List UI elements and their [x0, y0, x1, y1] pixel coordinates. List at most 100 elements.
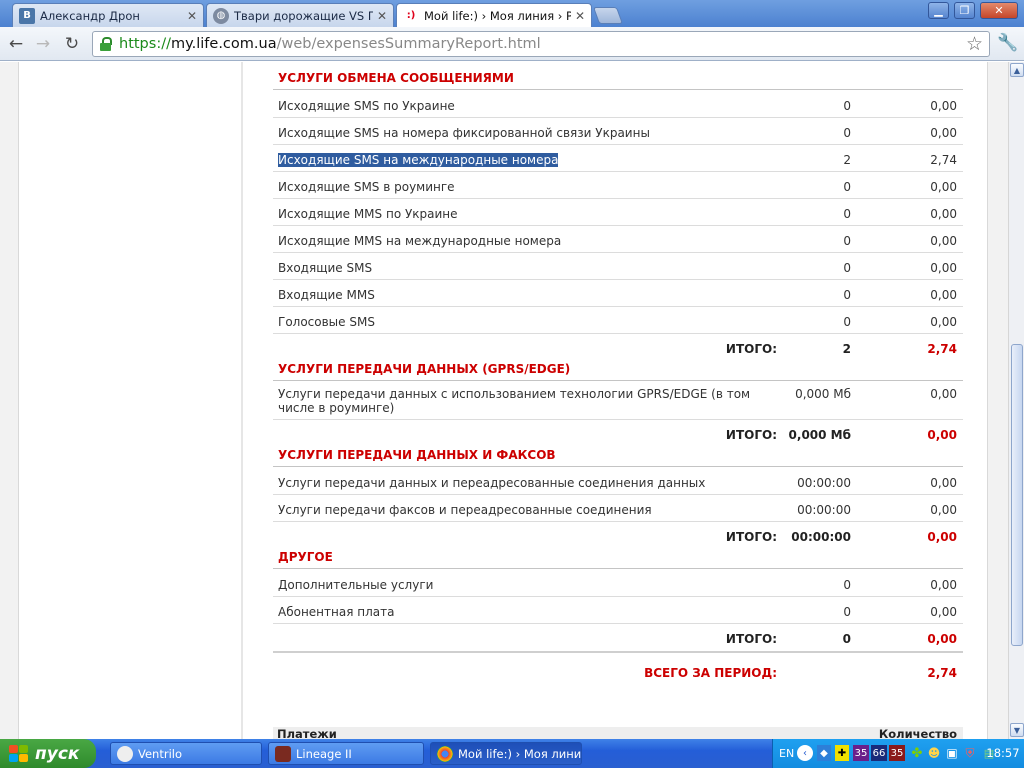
scroll-up-arrow-icon[interactable]: ▲: [1010, 63, 1024, 77]
clover-icon[interactable]: ✤: [909, 745, 925, 761]
row-cost: 0,00: [930, 503, 957, 517]
total-qty: 0: [842, 632, 851, 646]
tray-expand-icon[interactable]: ‹: [797, 745, 813, 761]
tray-counter[interactable]: 35: [853, 745, 869, 761]
taskbar-item-ventrilo[interactable]: Ventrilo: [110, 742, 262, 765]
start-button[interactable]: пуск: [0, 739, 96, 768]
close-icon[interactable]: ✕: [377, 9, 387, 23]
total-label: ИТОГО:: [725, 428, 777, 442]
restore-button[interactable]: ❐: [954, 2, 975, 19]
new-tab-button[interactable]: [592, 7, 624, 24]
language-indicator[interactable]: EN: [779, 745, 794, 761]
page-viewport: УСЛУГИ ОБМЕНА СООБЩЕНИЯМИ Исходящие SMS п…: [0, 62, 1008, 739]
taskbar-item-label: Мой life:) › Моя лини...: [458, 746, 582, 761]
taskbar-item-label: Lineage II: [296, 746, 352, 761]
taskbar: пуск Ventrilo Lineage II Мой life:) › Мо…: [0, 739, 1024, 768]
row-cost: 0,00: [930, 126, 957, 140]
tab-aleksandr-dron[interactable]: B Александр Дрон ✕: [12, 3, 204, 27]
divider: [273, 89, 963, 90]
table-row: Входящие MMS 0 0,00: [273, 280, 963, 307]
row-name: Исходящие MMS на международные номера: [278, 234, 562, 248]
divider: [273, 380, 963, 381]
row-name: Исходящие MMS по Украине: [278, 207, 458, 221]
row-name: Исходящие SMS по Украине: [278, 99, 455, 113]
tab-tvari[interactable]: ◍ Твари дорожащие VS Право и ✕: [206, 3, 394, 27]
row-qty: 00:00:00: [797, 476, 851, 490]
close-icon[interactable]: ✕: [575, 9, 585, 23]
total-label: ИТОГО:: [725, 632, 777, 646]
table-row: Услуги передачи данных с использованием …: [273, 382, 963, 420]
row-cost: 0,00: [930, 180, 957, 194]
table-row: Голосовые SMS 0 0,00: [273, 307, 963, 334]
tab-title: Мой life:) › Моя линия › Расхс: [424, 8, 571, 23]
total-cost: 2,74: [927, 342, 957, 356]
user-icon[interactable]: ☻: [927, 745, 941, 761]
row-name: Голосовые SMS: [278, 315, 375, 329]
total-label: ИТОГО:: [725, 530, 777, 544]
row-cost: 0,00: [930, 234, 957, 248]
network-icon[interactable]: ▣: [945, 745, 959, 761]
section-total: ИТОГО: 0 0,00: [273, 632, 963, 646]
row-name: Исходящие SMS на международные номера: [278, 153, 559, 167]
address-bar[interactable]: https://my.life.com.ua/web/expensesSumma…: [92, 31, 990, 57]
lock-icon: [99, 37, 113, 51]
section-total: ИТОГО: 2 2,74: [273, 342, 963, 356]
row-qty: 0: [843, 605, 851, 619]
row-qty: 0: [843, 315, 851, 329]
bookmark-star-icon[interactable]: ☆: [966, 33, 983, 55]
tray-counter[interactable]: 35: [889, 745, 905, 761]
section-title: ДРУГОЕ: [278, 550, 333, 564]
row-cost: 0,00: [930, 476, 957, 490]
row-name: Дополнительные услуги: [278, 578, 434, 592]
vertical-scrollbar[interactable]: ▲ ▼: [1008, 62, 1024, 739]
grand-total-cost: 2,74: [927, 666, 957, 680]
tray-app-icon[interactable]: ◆: [817, 745, 831, 761]
divider: [273, 568, 963, 569]
url-scheme: https://: [119, 36, 171, 52]
shield-icon[interactable]: ⛨: [963, 745, 977, 761]
life-icon: :): [403, 7, 419, 24]
row-qty: 0: [843, 261, 851, 275]
scroll-thumb[interactable]: [1011, 344, 1023, 646]
table-row: Исходящие SMS в роуминге 0 0,00: [273, 172, 963, 199]
table-row: Исходящие MMS по Украине 0 0,00: [273, 199, 963, 226]
section-total: ИТОГО: 00:00:00 0,00: [273, 530, 963, 544]
table-row: Исходящие MMS на международные номера 0 0,…: [273, 226, 963, 253]
row-qty: 0: [843, 234, 851, 248]
vk-icon: B: [19, 7, 35, 24]
reload-button[interactable]: ↻: [61, 34, 83, 54]
total-cost: 0,00: [927, 428, 957, 442]
row-qty: 0: [843, 99, 851, 113]
divider: [241, 62, 243, 739]
row-name: Услуги передачи факсов и переадресованны…: [278, 503, 652, 517]
row-name: Абонентная плата: [278, 605, 395, 619]
table-row: Исходящие SMS на номера фиксированной св…: [273, 118, 963, 145]
close-window-button[interactable]: ✕: [980, 2, 1018, 19]
taskbar-item-chrome[interactable]: Мой life:) › Моя лини...: [430, 742, 582, 765]
scroll-down-arrow-icon[interactable]: ▼: [1010, 723, 1024, 737]
row-name: Входящие SMS: [278, 261, 373, 275]
tray-plus-icon[interactable]: ✚: [835, 745, 849, 761]
table-row: Дополнительные услуги 0 0,00: [273, 570, 963, 597]
table-row: Входящие SMS 0 0,00: [273, 253, 963, 280]
ventrilo-icon: [117, 745, 133, 762]
row-qty: 2: [843, 153, 851, 167]
tray-counter[interactable]: 66: [871, 745, 887, 761]
section-title: УСЛУГИ ОБМЕНА СООБЩЕНИЯМИ: [278, 71, 514, 85]
minimize-button[interactable]: ▁: [928, 2, 949, 19]
tab-my-life[interactable]: :) Мой life:) › Моя линия › Расхс ✕: [396, 3, 592, 27]
forward-button[interactable]: →: [32, 34, 54, 54]
wrench-icon[interactable]: 🔧: [997, 33, 1018, 53]
page-right-margin: [988, 62, 1008, 739]
browser-toolbar: ← → ↻ https://my.life.com.ua/web/expense…: [0, 27, 1024, 61]
total-cost: 0,00: [927, 530, 957, 544]
row-qty: 0: [843, 180, 851, 194]
close-icon[interactable]: ✕: [187, 9, 197, 23]
row-qty: 0,000 Мб: [795, 387, 851, 401]
back-button[interactable]: ←: [5, 34, 27, 54]
url-host: my.life.com.ua: [170, 36, 277, 52]
taskbar-item-lineage[interactable]: Lineage II: [268, 742, 424, 765]
payments-table-header: Платежи Количество: [273, 727, 963, 739]
section-total: ИТОГО: 0,000 Мб 0,00: [273, 428, 963, 442]
row-cost: 0,00: [930, 207, 957, 221]
